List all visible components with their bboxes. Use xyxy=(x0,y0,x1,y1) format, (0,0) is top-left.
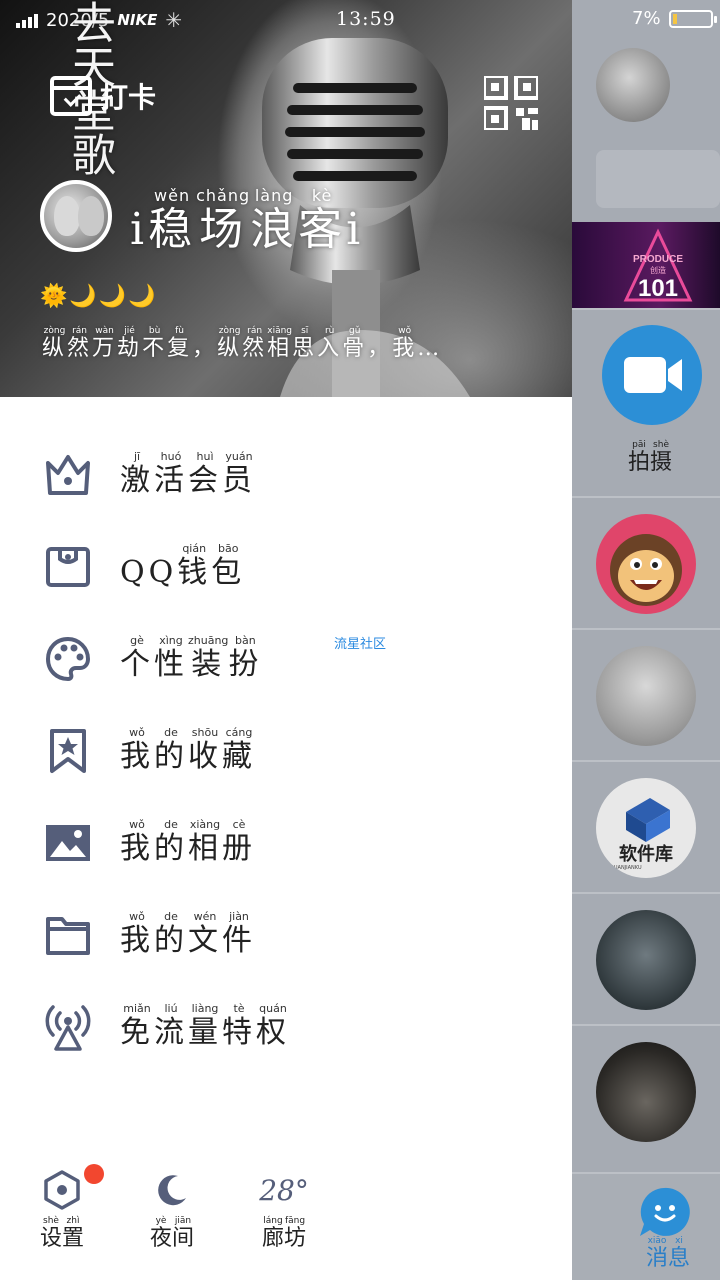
produce-text: PRODUCE xyxy=(633,254,683,265)
menu-label-album: 我wǒ的de相xiàng册cè xyxy=(120,818,256,866)
night-mode-button[interactable]: 夜yè间jiān xyxy=(150,1170,194,1252)
loading-icon: ✳ xyxy=(165,8,183,32)
camera-button[interactable] xyxy=(602,325,702,425)
settings-label: 设shè置zhì xyxy=(40,1216,85,1251)
menu-item-vip[interactable]: 激jī活huó会huì员yuán xyxy=(0,435,572,515)
palette-icon xyxy=(45,636,91,682)
qr-code-icon[interactable] xyxy=(484,76,538,130)
software-library-logo: 软件库 RUANJIANKU xyxy=(610,798,673,871)
camera-label: 拍pāi摄shè xyxy=(628,440,673,475)
signal-icon xyxy=(16,12,38,28)
conversation-list-overlay[interactable]: 7% PRODUCE 创造 101 拍pāi摄shè 软件库 RUANJIANK… xyxy=(572,0,720,1280)
menu-label-files: 我wǒ的de文wén件jiàn xyxy=(120,910,256,958)
nickname[interactable]: i 稳wěn场chǎng浪làng客kèi xyxy=(130,186,364,257)
cartoon-monkey-avatar[interactable] xyxy=(596,514,696,614)
messages-label: 消xiāo息xi xyxy=(646,1236,691,1271)
checkin-label: 打卡 xyxy=(100,81,157,114)
group-photo-avatar[interactable] xyxy=(596,1042,696,1142)
menu-label-theme: 个gè性xìng装zhuāng扮bàn xyxy=(120,634,263,682)
menu-item-wallet[interactable]: QQ 钱qián包bāo xyxy=(0,527,572,607)
status-time: 13:59 xyxy=(336,8,396,30)
image-icon xyxy=(46,825,90,861)
contact-avatar-2[interactable] xyxy=(596,646,696,746)
produce-cn-text: 创造 xyxy=(650,265,666,275)
produce-number: 101 xyxy=(638,275,678,302)
software-library-avatar[interactable]: 软件库 RUANJIANKU xyxy=(596,778,696,878)
menu-item-album[interactable]: 我wǒ的de相xiàng册cè xyxy=(0,803,572,883)
moon-icon xyxy=(158,1175,187,1206)
messages-smile-icon xyxy=(640,1187,690,1236)
calendar-check-icon xyxy=(50,76,92,116)
produce-101-logo: PRODUCE 创造 101 xyxy=(623,228,693,302)
weather-button[interactable]: 28° 廊láng坊fāng xyxy=(259,1170,309,1252)
menu-item-free-data[interactable]: 免miǎn流liú量liàng特tè权quán xyxy=(0,987,572,1067)
temperature: 28° xyxy=(259,1173,309,1207)
contact-avatar[interactable] xyxy=(596,48,670,122)
menu-label-vip: 激jī活huó会huì员yuán xyxy=(120,450,256,498)
menu-label-free-data: 免miǎn流liú量liàng特tè权quán xyxy=(120,1002,290,1050)
monkey-face-icon xyxy=(610,534,682,606)
checkin-button[interactable]: 打卡 xyxy=(50,76,156,116)
menu-item-favorites[interactable]: 我wǒ的de收shōu藏cáng xyxy=(0,711,572,791)
signature[interactable]: 纵zòng然rán万wàn劫jié不bù复fù， 纵zòng然rán相xiāng… xyxy=(42,326,442,362)
drawer-header: 2020/5 NIKE ✳ 13:59 去天堂歌 打卡 i 稳wěn场chǎng… xyxy=(0,0,572,397)
message-preview[interactable] xyxy=(596,150,720,208)
nike-logo: NIKE xyxy=(117,11,158,29)
location-label: 廊láng坊fāng xyxy=(262,1216,307,1251)
software-library-en: RUANJIANKU xyxy=(610,865,642,871)
broadcast-tower-icon xyxy=(45,1005,91,1051)
folder-icon xyxy=(46,917,90,955)
weather-icons: 🌞🌙🌙🌙 xyxy=(40,284,158,309)
menu-label-favorites: 我wǒ的de收shōu藏cáng xyxy=(120,726,256,774)
user-avatar[interactable] xyxy=(40,180,112,252)
status-bar-right: 7% xyxy=(632,8,717,29)
notification-dot xyxy=(84,1164,105,1184)
menu-item-files[interactable]: 我wǒ的de文wén件jiàn xyxy=(0,895,572,975)
produce-101-banner[interactable]: PRODUCE 创造 101 xyxy=(572,222,720,308)
menu-item-theme[interactable]: 个gè性xìng装zhuāng扮bàn 流星社区 xyxy=(0,619,572,699)
street-photo-avatar[interactable] xyxy=(596,910,696,1010)
theme-badge: 流星社区 xyxy=(334,637,387,652)
bookmark-star-icon xyxy=(50,729,86,773)
video-camera-icon xyxy=(624,357,682,393)
battery-percent: 7% xyxy=(632,8,661,29)
crown-icon xyxy=(46,455,90,495)
battery-icon xyxy=(668,9,717,28)
settings-hexagon-icon xyxy=(44,1170,80,1210)
settings-button[interactable]: 设shè置zhì xyxy=(40,1164,105,1252)
software-library-text: 软件库 xyxy=(619,843,673,865)
wallet-icon xyxy=(46,547,90,587)
menu-label-wallet: QQ 钱qián包bāo xyxy=(120,542,246,590)
night-mode-label: 夜yè间jiān xyxy=(150,1216,195,1251)
messages-tab[interactable]: 消xiāo息xi xyxy=(572,1174,720,1280)
